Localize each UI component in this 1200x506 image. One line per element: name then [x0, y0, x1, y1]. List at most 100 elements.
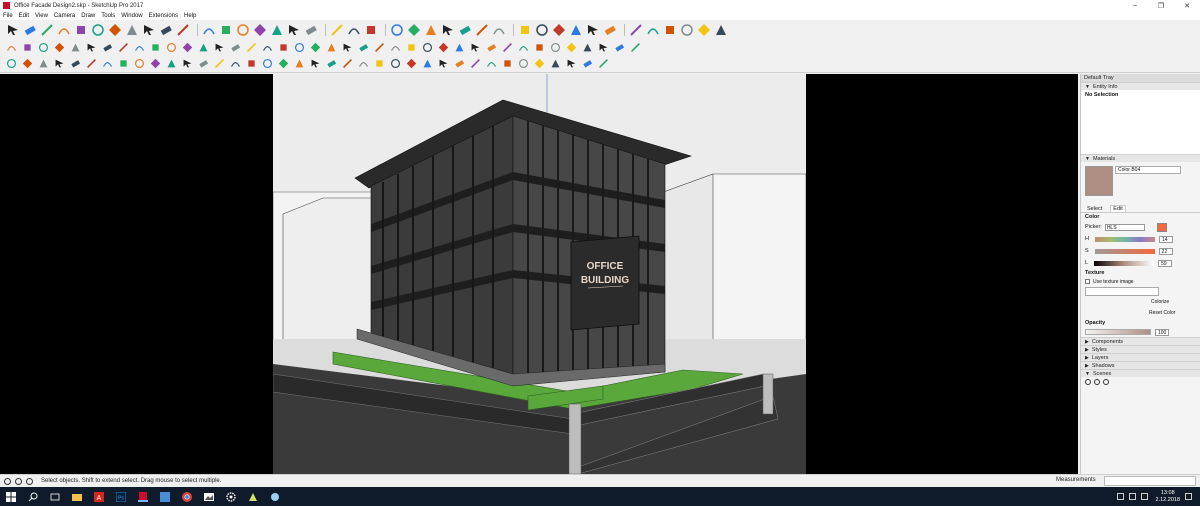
toolbar-tool-icon[interactable] — [102, 42, 113, 53]
chrome-icon[interactable] — [182, 491, 192, 502]
model-viewport[interactable]: OFFICE BUILDING — [0, 74, 1078, 474]
clock[interactable]: 13:08 2.12.2018 — [1156, 490, 1180, 504]
sandbox-smoove-icon[interactable] — [663, 23, 677, 37]
menu-edit[interactable]: Edit — [19, 13, 29, 19]
toolbar-tool-icon[interactable] — [406, 42, 417, 53]
minimize-button[interactable]: – — [1122, 0, 1148, 11]
menu-camera[interactable]: Camera — [54, 13, 75, 19]
toolbar-tool-icon[interactable] — [438, 42, 449, 53]
monochrome-icon[interactable] — [492, 23, 506, 37]
toolbar-tool-icon[interactable] — [134, 58, 145, 69]
toolbar-tool-icon[interactable] — [166, 42, 177, 53]
back-edges-icon[interactable] — [407, 23, 421, 37]
toolbar-tool-icon[interactable] — [230, 42, 241, 53]
close-button[interactable]: ✕ — [1174, 0, 1200, 11]
toolbar-tool-icon[interactable] — [470, 58, 481, 69]
picker-select[interactable]: HLS — [1104, 223, 1145, 231]
toolbar-tool-icon[interactable] — [214, 58, 225, 69]
toolbar-tool-icon[interactable] — [86, 42, 97, 53]
use-texture-checkbox[interactable] — [1085, 279, 1090, 284]
section-plane-icon[interactable] — [347, 23, 361, 37]
toolbar-tool-icon[interactable] — [278, 42, 289, 53]
toolbar-tool-icon[interactable] — [342, 42, 353, 53]
toolbar-tool-icon[interactable] — [422, 42, 433, 53]
opacity-value[interactable]: 100 — [1155, 328, 1169, 336]
pencil-icon[interactable] — [40, 23, 54, 37]
entity-info-header[interactable]: ▼ Entity Info — [1081, 82, 1200, 90]
toolbar-tool-icon[interactable] — [566, 42, 577, 53]
toolbar-tool-icon[interactable] — [70, 58, 81, 69]
shaded-icon[interactable] — [458, 23, 472, 37]
toolbar-tool-icon[interactable] — [166, 58, 177, 69]
settings-icon[interactable] — [226, 491, 236, 502]
saturation-value[interactable]: 22 — [1158, 247, 1173, 255]
layout-icon[interactable] — [304, 23, 318, 37]
toolbar-tool-icon[interactable] — [246, 58, 257, 69]
pan-icon[interactable] — [219, 23, 233, 37]
eraser-icon[interactable] — [23, 23, 37, 37]
opacity-slider[interactable] — [1085, 329, 1151, 335]
toolbar-tool-icon[interactable] — [230, 58, 241, 69]
materials-header[interactable]: ▼ Materials — [1081, 154, 1200, 162]
toolbar-tool-icon[interactable] — [262, 58, 273, 69]
toolbar-tool-icon[interactable] — [182, 58, 193, 69]
media-icon[interactable] — [248, 492, 258, 502]
menu-file[interactable]: File — [3, 13, 13, 19]
add-scene-icon[interactable] — [1094, 379, 1100, 385]
ruby-console-icon[interactable] — [714, 23, 728, 37]
toolbar-tool-icon[interactable] — [38, 42, 49, 53]
sketchup-icon[interactable] — [138, 491, 148, 502]
styles-header[interactable]: ▶ Styles — [1081, 345, 1200, 353]
wireframe-icon[interactable] — [424, 23, 438, 37]
credits-icon[interactable] — [15, 477, 22, 485]
toolbar-tool-icon[interactable] — [294, 42, 305, 53]
saturation-slider[interactable] — [1094, 248, 1155, 254]
back-view-icon[interactable] — [586, 23, 600, 37]
toolbar-tool-icon[interactable] — [102, 58, 113, 69]
sandbox-icon[interactable] — [629, 23, 643, 37]
toolbar-tool-icon[interactable] — [262, 42, 273, 53]
arc-icon[interactable] — [57, 23, 71, 37]
toolbar-tool-icon[interactable] — [6, 42, 17, 53]
toolbar-tool-icon[interactable] — [310, 42, 321, 53]
toolbar-tool-icon[interactable] — [86, 58, 97, 69]
toolbar-tool-icon[interactable] — [582, 42, 593, 53]
toolbar-tool-icon[interactable] — [534, 42, 545, 53]
current-color-swatch[interactable] — [1156, 222, 1167, 232]
windows-start-icon[interactable] — [6, 491, 16, 502]
left-view-icon[interactable] — [603, 23, 617, 37]
tab-select[interactable]: Select — [1085, 206, 1104, 212]
hue-slider[interactable] — [1094, 236, 1155, 242]
toolbar-tool-icon[interactable] — [22, 58, 33, 69]
texture-file-field[interactable] — [1085, 287, 1159, 296]
tape-measure-icon[interactable] — [159, 23, 173, 37]
toolbar-tool-icon[interactable] — [294, 58, 305, 69]
textured-icon[interactable] — [475, 23, 489, 37]
toolbar-tool-icon[interactable] — [182, 42, 193, 53]
text-icon[interactable] — [176, 23, 190, 37]
zoom-extents-icon[interactable] — [253, 23, 267, 37]
toolbar-tool-icon[interactable] — [550, 58, 561, 69]
toolbar-tool-icon[interactable] — [518, 58, 529, 69]
tab-edit[interactable]: Edit — [1110, 205, 1126, 212]
toolbar-tool-icon[interactable] — [502, 42, 513, 53]
toolbar-tool-icon[interactable] — [630, 42, 641, 53]
menu-tools[interactable]: Tools — [101, 13, 115, 19]
sandbox-stamp-icon[interactable] — [680, 23, 694, 37]
toolbar-tool-icon[interactable] — [598, 58, 609, 69]
toolbar-tool-icon[interactable] — [406, 58, 417, 69]
toolbar-tool-icon[interactable] — [38, 58, 49, 69]
toolbar-tool-icon[interactable] — [70, 42, 81, 53]
restore-button[interactable]: ❐ — [1148, 0, 1174, 11]
toolbar-tool-icon[interactable] — [422, 58, 433, 69]
remove-scene-icon[interactable] — [1103, 379, 1109, 385]
toolbar-tool-icon[interactable] — [598, 42, 609, 53]
toolbar-tool-icon[interactable] — [6, 58, 17, 69]
toolbar-tool-icon[interactable] — [358, 58, 369, 69]
network-icon[interactable] — [1116, 493, 1124, 500]
file-explorer-icon[interactable] — [72, 492, 82, 502]
toolbar-tool-icon[interactable] — [390, 42, 401, 53]
lightness-value[interactable]: 59 — [1158, 259, 1173, 267]
toolbar-tool-icon[interactable] — [118, 58, 129, 69]
push-pull-icon[interactable] — [91, 23, 105, 37]
